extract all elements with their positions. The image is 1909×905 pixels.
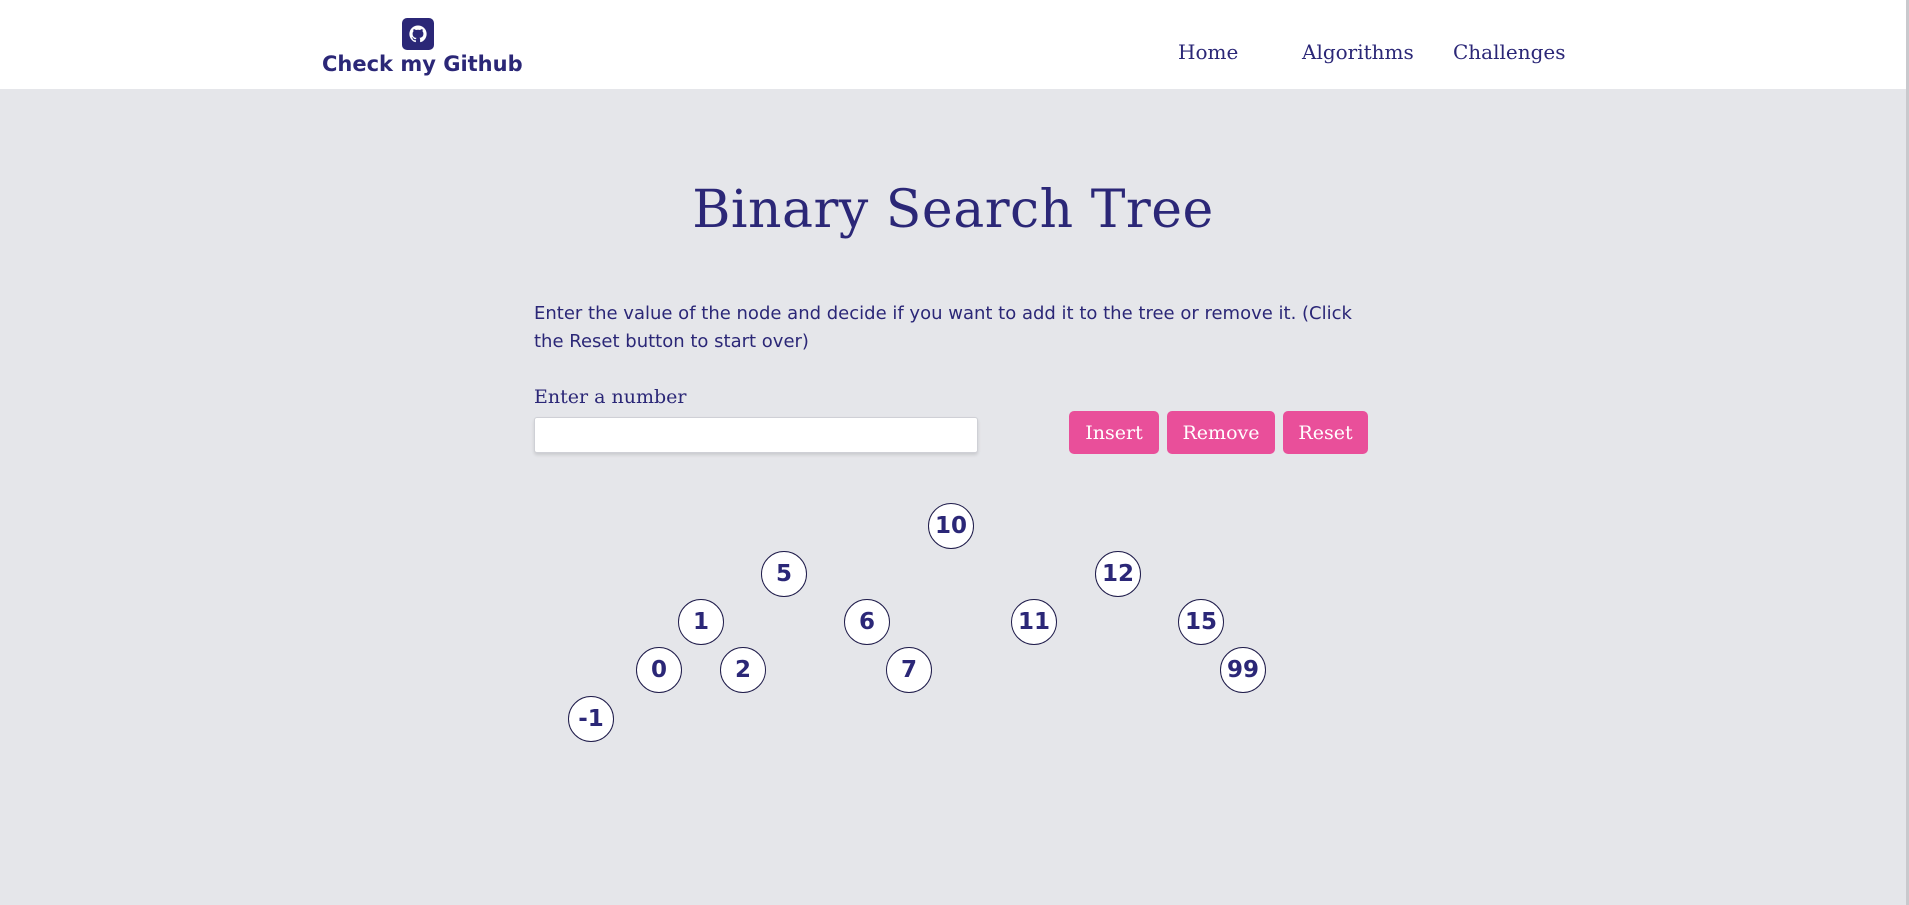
- nav-challenges[interactable]: Challenges: [1453, 40, 1566, 64]
- tree-node: 99: [1220, 647, 1266, 693]
- number-input-label: Enter a number: [534, 386, 687, 408]
- tree-node: 12: [1095, 551, 1141, 597]
- tree-node: 6: [844, 599, 890, 645]
- tree-node: 1: [678, 599, 724, 645]
- main-nav: Home Algorithms Challenges: [0, 40, 1906, 70]
- page-title: Binary Search Tree: [692, 180, 1214, 240]
- reset-button[interactable]: Reset: [1283, 411, 1368, 454]
- nav-algorithms[interactable]: Algorithms: [1302, 40, 1414, 64]
- insert-button[interactable]: Insert: [1069, 411, 1159, 454]
- number-input[interactable]: [534, 417, 978, 453]
- nav-home[interactable]: Home: [1178, 40, 1238, 64]
- remove-button[interactable]: Remove: [1167, 411, 1275, 454]
- tree-node: 10: [928, 503, 974, 549]
- tree-node: -1: [568, 696, 614, 742]
- instructions-text: Enter the value of the node and decide i…: [534, 303, 1352, 352]
- tree-node: 11: [1011, 599, 1057, 645]
- tree-node: 2: [720, 647, 766, 693]
- tree-node: 5: [761, 551, 807, 597]
- top-navbar: Check my Github Home Algorithms Challeng…: [0, 0, 1906, 89]
- tree-node: 7: [886, 647, 932, 693]
- tree-node: 0: [636, 647, 682, 693]
- tree-node: 15: [1178, 599, 1224, 645]
